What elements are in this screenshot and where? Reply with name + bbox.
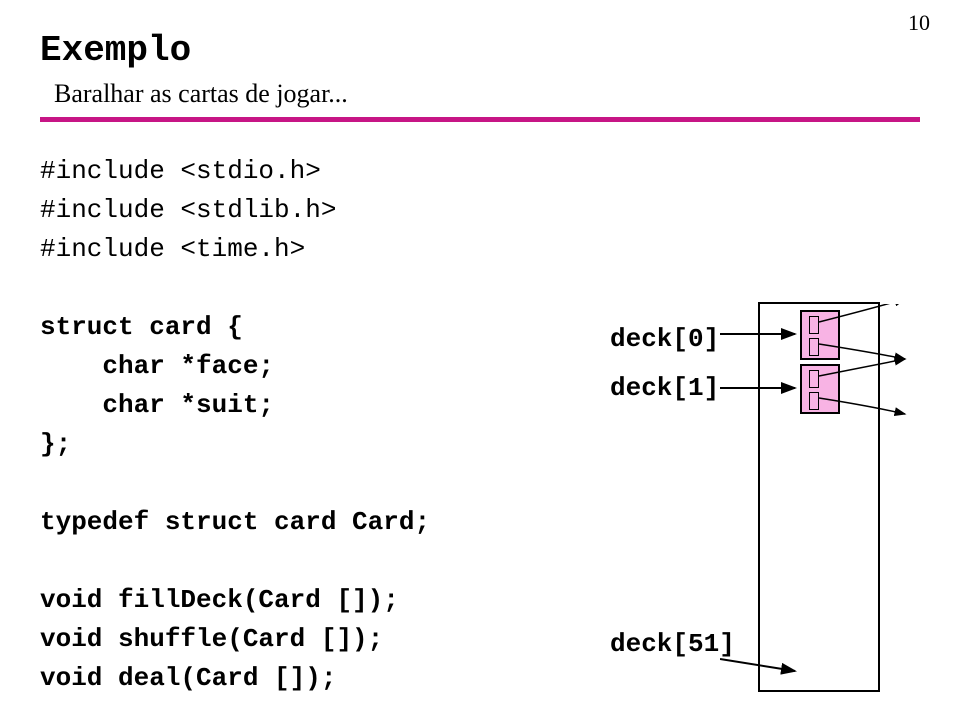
struct-box (800, 310, 840, 360)
deck-label-0: deck[0] (610, 320, 719, 359)
deck-label-1: deck[1] (610, 369, 719, 408)
code-line (40, 464, 630, 503)
code-line: #include <stdlib.h> (40, 191, 630, 230)
code-line: struct card { (40, 308, 630, 347)
code-line: char *face; (40, 347, 630, 386)
code-line: #include <time.h> (40, 230, 630, 269)
slide-subtitle: Baralhar as cartas de jogar... (40, 79, 960, 109)
code-block: #include <stdio.h> #include <stdlib.h> #… (40, 152, 630, 698)
code-line: char *suit; (40, 386, 630, 425)
field-box (809, 338, 819, 356)
array-box (758, 302, 880, 692)
slide-title: Exemplo (40, 30, 960, 71)
field-box (809, 316, 819, 334)
code-line (40, 542, 630, 581)
page-number: 10 (908, 10, 930, 36)
deck-label-51: deck[51] (610, 629, 735, 659)
code-line: }; (40, 425, 630, 464)
code-line: void shuffle(Card []); (40, 620, 630, 659)
code-line: void fillDeck(Card []); (40, 581, 630, 620)
code-line: #include <stdio.h> (40, 152, 630, 191)
content-area: #include <stdio.h> #include <stdlib.h> #… (0, 122, 960, 698)
struct-box (800, 364, 840, 414)
field-box (809, 370, 819, 388)
memory-diagram (758, 302, 880, 692)
code-line: void deal(Card []); (40, 659, 630, 698)
code-line (40, 269, 630, 308)
slide-header: Exemplo Baralhar as cartas de jogar... (0, 0, 960, 109)
code-line: typedef struct card Card; (40, 503, 630, 542)
field-box (809, 392, 819, 410)
diagram-area: deck[0] deck[1] deck[51] (630, 152, 920, 698)
deck-labels: deck[0] deck[1] (610, 320, 719, 418)
